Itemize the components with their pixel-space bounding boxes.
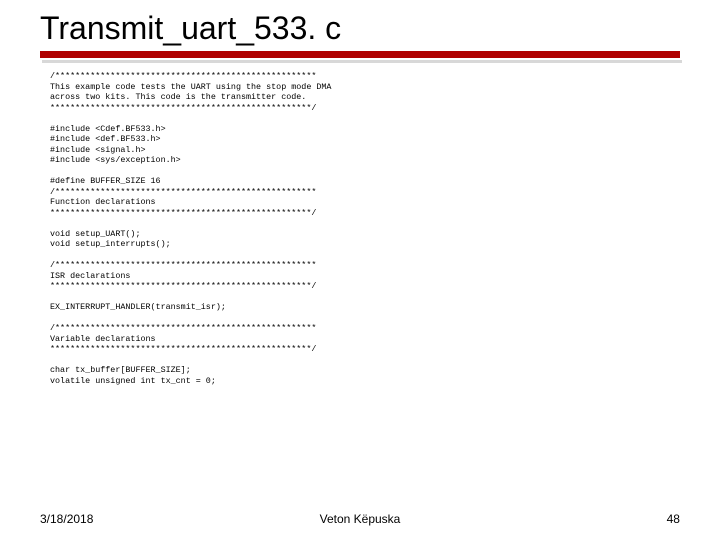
title-divider	[40, 51, 680, 63]
slide-title: Transmit_uart_533. c	[40, 10, 680, 47]
footer-author: Veton Këpuska	[253, 512, 466, 526]
code-block: /***************************************…	[50, 71, 670, 386]
footer-page: 48	[467, 512, 680, 526]
footer-date: 3/18/2018	[40, 512, 253, 526]
slide-footer: 3/18/2018 Veton Këpuska 48	[0, 512, 720, 526]
